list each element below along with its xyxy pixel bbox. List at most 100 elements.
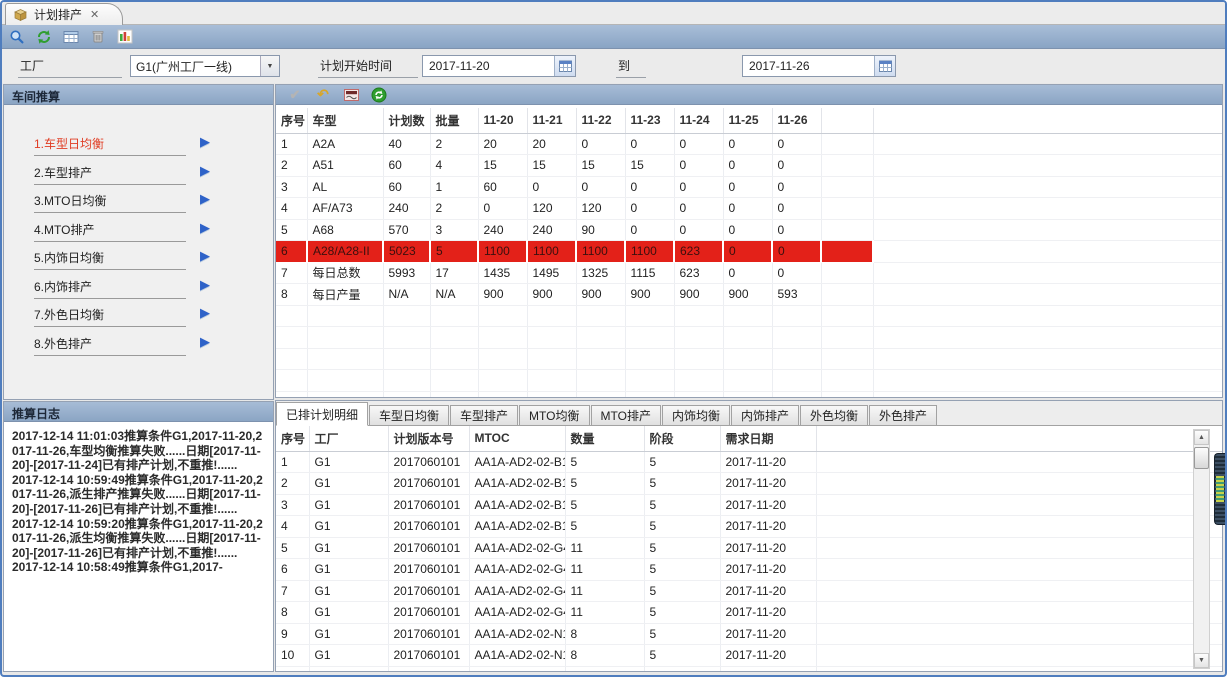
cell[interactable]: 1 [276,451,309,473]
workshop-item-7[interactable]: 7.外色日均衡▶ [34,306,273,335]
workshop-item-8[interactable]: 8.外色排产▶ [34,335,273,364]
chevron-down-icon[interactable]: ▼ [260,56,279,76]
cell[interactable]: 11 [565,537,644,559]
column-header[interactable]: 数量 [565,426,644,451]
cell[interactable]: G1 [309,623,388,645]
cell[interactable]: 900 [723,284,772,306]
cell[interactable]: N/A [383,284,430,306]
cell[interactable]: 5 [644,516,720,538]
collapsed-view-handle[interactable] [1214,453,1225,525]
cell[interactable]: 0 [527,176,576,198]
scrollbar-thumb[interactable] [1194,447,1209,469]
cell[interactable]: AF/A73 [307,198,383,220]
cell[interactable]: 2 [430,133,478,155]
cell[interactable]: 2017-11-20 [720,559,816,581]
column-header[interactable]: 11-22 [576,108,625,133]
cell[interactable]: 623 [674,241,723,263]
cell[interactable]: 240 [383,198,430,220]
cell[interactable]: 0 [478,198,527,220]
cell[interactable]: 0 [723,241,772,263]
cell[interactable]: 5 [644,451,720,473]
cell[interactable]: 900 [674,284,723,306]
cell[interactable]: 2017060101 [388,473,469,495]
cell[interactable]: G1 [309,494,388,516]
cell[interactable]: 1 [430,176,478,198]
cell[interactable]: 8 [565,645,644,667]
cell[interactable]: 5 [644,602,720,624]
cell[interactable]: 5 [644,645,720,667]
workshop-item-3[interactable]: 3.MTO日均衡▶ [34,192,273,221]
cell[interactable]: 0 [674,133,723,155]
cell[interactable]: 2017-11-20 [720,623,816,645]
cell[interactable]: 3 [276,176,307,198]
workshop-item-label[interactable]: 1.车型日均衡 [34,135,186,156]
cell[interactable]: 5 [644,580,720,602]
table-row[interactable]: 5G12017060101AA1A-AD2-02-G4-21152017-11-… [276,537,1222,559]
cell[interactable]: 0 [723,198,772,220]
column-header[interactable]: 11-26 [772,108,821,133]
table-row[interactable]: 1G12017060101AA1A-AD2-02-B1-2552017-11-2… [276,451,1222,473]
cell[interactable]: 0 [674,155,723,177]
cell[interactable]: G1 [309,473,388,495]
cell[interactable]: 5 [644,537,720,559]
cell[interactable]: 9 [276,623,309,645]
table-row[interactable]: 9G12017060101AA1A-AD2-02-N1-2852017-11-2… [276,623,1222,645]
cell[interactable]: 0 [674,198,723,220]
cell[interactable]: 11 [565,559,644,581]
cell[interactable]: 2017-11-20 [720,602,816,624]
cell[interactable]: 60 [478,176,527,198]
cell[interactable]: 2017-11-20 [720,451,816,473]
cell[interactable]: AA1A-AD2-02-G4-2 [469,559,565,581]
table-row[interactable]: 6A28/A28-II50235110011001100110062300 [276,241,1222,263]
cell[interactable]: 2 [276,155,307,177]
column-header[interactable]: 11-24 [674,108,723,133]
cell[interactable]: 1100 [527,241,576,263]
play-icon[interactable]: ▶ [200,278,210,292]
confirm-button[interactable]: ✔ [286,87,304,103]
undo-button[interactable]: ↶ [314,87,332,103]
cell[interactable]: 240 [527,219,576,241]
cell[interactable]: 6 [276,559,309,581]
cell[interactable]: 15 [576,155,625,177]
cell[interactable]: G1 [309,559,388,581]
cell[interactable]: 2017-11-20 [720,537,816,559]
cell[interactable]: 5 [644,494,720,516]
cell[interactable]: 0 [772,155,821,177]
cell[interactable]: 0 [723,262,772,284]
table-row[interactable]: 3G12017060101AA1A-AD2-02-B1-2552017-11-2… [276,494,1222,516]
cell[interactable]: 240 [478,219,527,241]
chart-button[interactable] [116,28,134,46]
cell[interactable]: 2017060101 [388,602,469,624]
table-row[interactable]: 4AF/A73240201201200000 [276,198,1222,220]
cell[interactable]: G1 [309,645,388,667]
cell[interactable]: 5 [644,623,720,645]
cell[interactable]: AA1A-AD2-02-N1-2 [469,645,565,667]
cell[interactable]: 8 [565,623,644,645]
delete-button[interactable] [89,28,107,46]
cell[interactable]: G1 [309,602,388,624]
cell[interactable]: 0 [772,133,821,155]
cell[interactable]: 2017060101 [388,494,469,516]
cell[interactable]: 1325 [576,262,625,284]
export-button[interactable] [342,87,360,103]
cell[interactable]: 0 [625,133,674,155]
workshop-item-2[interactable]: 2.车型排产▶ [34,164,273,193]
workshop-item-label[interactable]: 5.内饰日均衡 [34,249,186,270]
cell[interactable]: 5 [644,559,720,581]
column-header[interactable]: 序号 [276,426,309,451]
detail-tab-6[interactable]: 内饰均衡 [662,405,730,425]
cell[interactable]: 2 [430,198,478,220]
cell[interactable]: 0 [674,219,723,241]
cell[interactable]: 2017060101 [388,537,469,559]
cell[interactable]: AA1A-AD2-02-G4-2 [469,580,565,602]
cell[interactable]: 15 [625,155,674,177]
cell[interactable]: 1 [276,133,307,155]
column-header[interactable]: 11-20 [478,108,527,133]
tab-plan-scheduling[interactable]: 计划排产 ✕ [5,3,123,25]
detail-tab-7[interactable]: 内饰排产 [731,405,799,425]
cell[interactable]: 0 [772,219,821,241]
cell[interactable]: 4 [276,516,309,538]
cell[interactable]: 60 [383,176,430,198]
column-header[interactable]: 计划数 [383,108,430,133]
cell[interactable]: 2017060101 [388,580,469,602]
